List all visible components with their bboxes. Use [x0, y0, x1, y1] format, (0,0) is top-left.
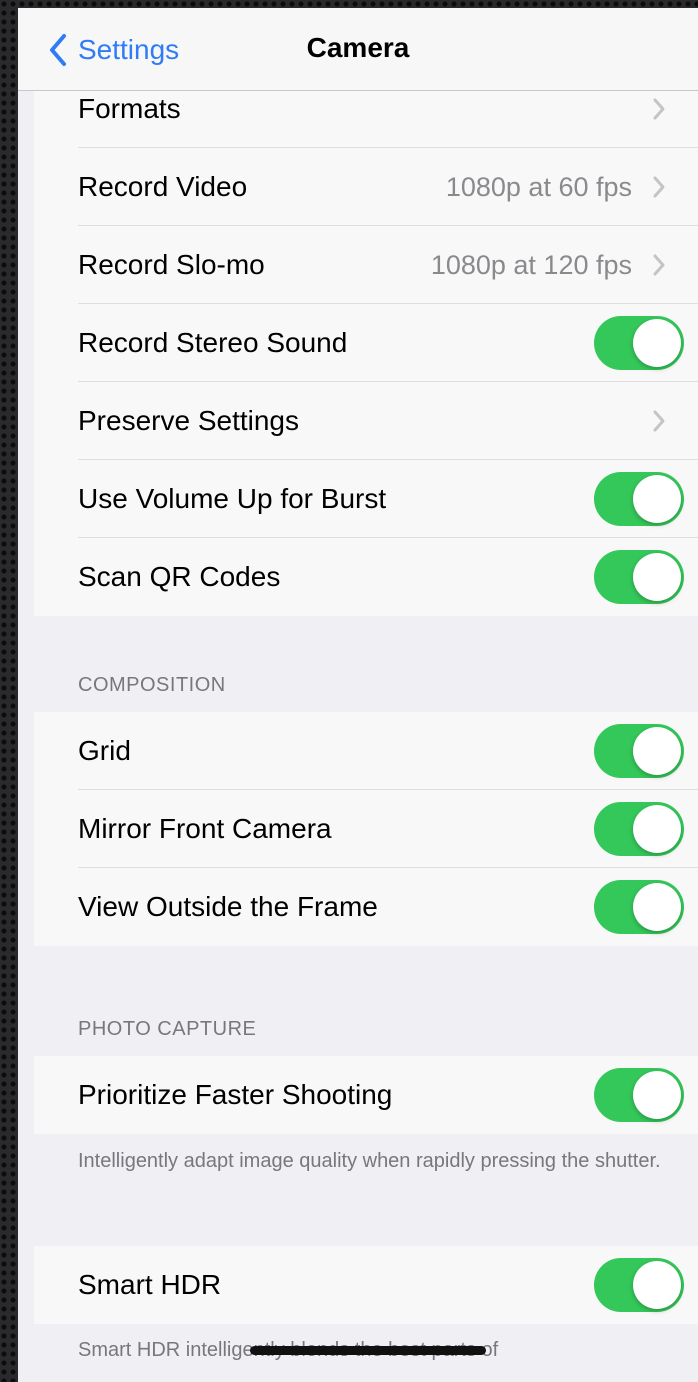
- row-label: View Outside the Frame: [78, 891, 378, 922]
- composition-group: Grid Mirror Front Camera View Outside th…: [34, 712, 698, 946]
- chevron-right-icon: [653, 98, 665, 120]
- section-header-photo-capture: PHOTO CAPTURE: [78, 1018, 257, 1040]
- row-label: Smart HDR: [78, 1269, 222, 1300]
- smart-hdr-toggle[interactable]: [594, 1258, 684, 1312]
- row-record-stereo-sound: Record Stereo Sound: [34, 304, 698, 382]
- prioritize-faster-shooting-toggle[interactable]: [594, 1068, 684, 1122]
- row-value: 1080p at 60 fps: [445, 172, 632, 202]
- toggle-knob: [633, 727, 681, 775]
- toggle-knob: [633, 553, 681, 601]
- row-label: Record Slo-mo: [78, 249, 265, 280]
- row-label: Mirror Front Camera: [78, 813, 332, 844]
- page-title: Camera: [306, 32, 410, 63]
- chevron-right-icon: [653, 176, 665, 198]
- chevron-right-icon: [653, 410, 665, 432]
- row-volume-up-burst: Use Volume Up for Burst: [34, 460, 698, 538]
- row-label: Scan QR Codes: [78, 561, 281, 592]
- row-label: Record Stereo Sound: [78, 327, 348, 358]
- row-preserve-settings[interactable]: Preserve Settings: [34, 382, 698, 460]
- mirror-front-camera-toggle[interactable]: [594, 802, 684, 856]
- scan-qr-codes-toggle[interactable]: [594, 550, 684, 604]
- chevron-right-icon: [653, 254, 665, 276]
- row-label: Prioritize Faster Shooting: [78, 1079, 393, 1110]
- row-label: Use Volume Up for Burst: [78, 483, 387, 514]
- row-scan-qr-codes: Scan QR Codes: [34, 538, 698, 616]
- row-record-video[interactable]: Record Video 1080p at 60 fps: [34, 148, 698, 226]
- row-label: Preserve Settings: [78, 405, 299, 436]
- row-view-outside-frame: View Outside the Frame: [34, 868, 698, 946]
- photo-capture-footer: Intelligently adapt image quality when r…: [78, 1150, 661, 1172]
- home-indicator[interactable]: [250, 1346, 486, 1355]
- toggle-knob: [633, 1261, 681, 1309]
- stereo-sound-toggle[interactable]: [594, 316, 684, 370]
- row-label: Grid: [78, 735, 131, 766]
- row-mirror-front-camera: Mirror Front Camera: [34, 790, 698, 868]
- row-grid: Grid: [34, 712, 698, 790]
- hdr-group: Smart HDR: [34, 1246, 698, 1324]
- toggle-knob: [633, 1071, 681, 1119]
- section-header-composition: COMPOSITION: [78, 674, 226, 696]
- video-settings-group: Formats Record Video 1080p at 60 fps Rec…: [34, 70, 698, 616]
- row-smart-hdr: Smart HDR: [34, 1246, 698, 1324]
- row-value: 1080p at 120 fps: [430, 250, 632, 280]
- view-outside-frame-toggle[interactable]: [594, 880, 684, 934]
- photo-capture-group: Prioritize Faster Shooting: [34, 1056, 698, 1134]
- row-prioritize-faster-shooting: Prioritize Faster Shooting: [34, 1056, 698, 1134]
- row-record-slo-mo[interactable]: Record Slo-mo 1080p at 120 fps: [34, 226, 698, 304]
- toggle-knob: [633, 805, 681, 853]
- grid-toggle[interactable]: [594, 724, 684, 778]
- row-label: Record Video: [78, 171, 248, 202]
- toggle-knob: [633, 475, 681, 523]
- toggle-knob: [633, 319, 681, 367]
- toggle-knob: [633, 883, 681, 931]
- settings-screen: Settings Camera Formats Record Video 108…: [18, 8, 698, 1382]
- navigation-bar: Settings Camera: [18, 8, 698, 91]
- volume-up-burst-toggle[interactable]: [594, 472, 684, 526]
